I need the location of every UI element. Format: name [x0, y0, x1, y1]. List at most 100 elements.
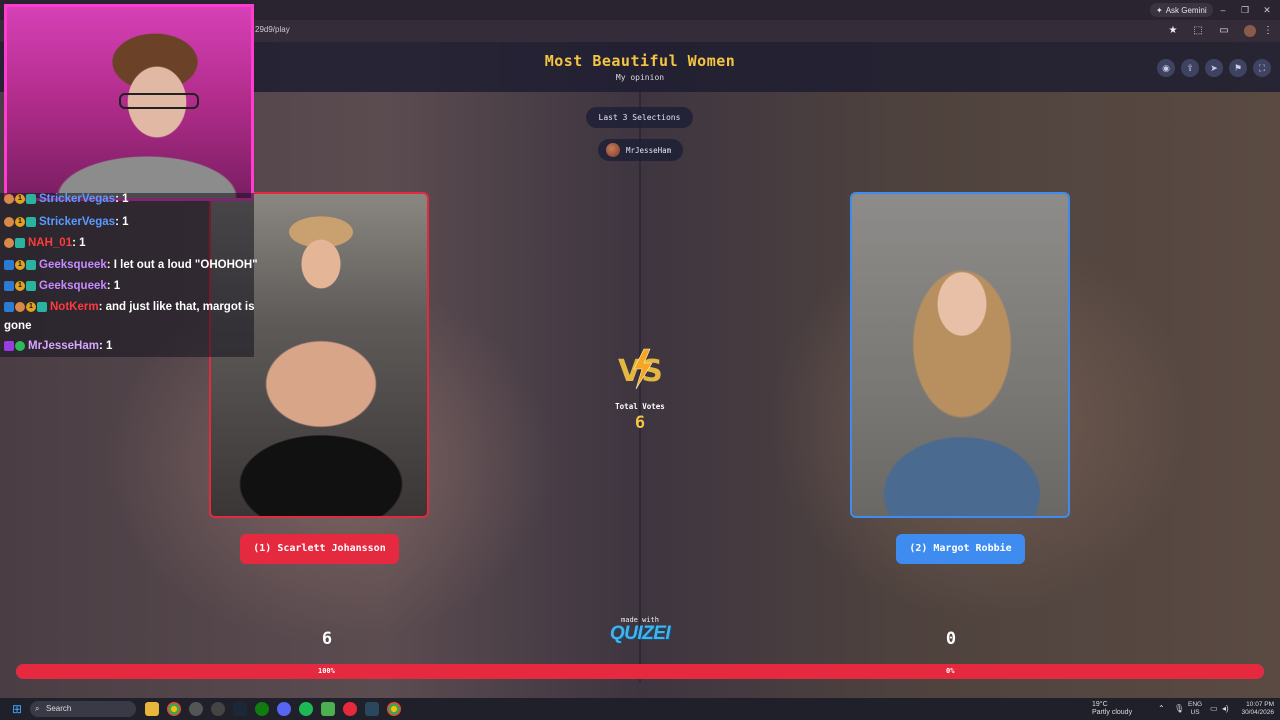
- flag-icon[interactable]: ⚑: [1229, 59, 1247, 77]
- restore-button[interactable]: ❐: [1238, 3, 1252, 17]
- stream-chat-overlay: 1 StrickerVegas: 1 1 StrickerVegas: 1 NA…: [0, 193, 258, 357]
- chat-username[interactable]: NAH_01: [28, 237, 72, 249]
- chat-message-continuation: gone: [4, 320, 32, 332]
- chat-message: 1 StrickerVegas: 1: [4, 193, 129, 205]
- xbox-icon[interactable]: [255, 702, 269, 716]
- chrome-icon[interactable]: [167, 702, 181, 716]
- minimize-button[interactable]: –: [1216, 3, 1230, 17]
- chat-badges: [4, 341, 25, 351]
- weather-widget[interactable]: 19°C Partly cloudy: [1076, 701, 1132, 717]
- steam-icon[interactable]: [233, 702, 247, 716]
- chat-username[interactable]: StrickerVegas: [39, 216, 115, 228]
- chat-username[interactable]: StrickerVegas: [39, 193, 115, 205]
- option-card-2[interactable]: [850, 192, 1070, 518]
- chat-text: : 1: [106, 280, 121, 292]
- steam-alt-icon[interactable]: [365, 702, 379, 716]
- red-app-icon[interactable]: [343, 702, 357, 716]
- versus-lightning-icon: VS: [618, 348, 663, 390]
- chatgpt-icon[interactable]: [211, 702, 225, 716]
- share-icon[interactable]: ⇪: [1181, 59, 1199, 77]
- coin-badge-icon: 1: [15, 194, 25, 204]
- network-icon[interactable]: ▭: [1210, 704, 1218, 713]
- browser-menu-icon[interactable]: ⋮: [1262, 25, 1274, 37]
- mic-badge-icon: [4, 341, 14, 351]
- streamer-webcam: [4, 4, 254, 201]
- chat-message: 1 NotKerm: and just like that, margot is: [4, 301, 254, 313]
- weather-desc: Partly cloudy: [1092, 709, 1133, 716]
- chat-username[interactable]: MrJesseHam: [28, 340, 99, 352]
- voter-avatar: [606, 143, 620, 157]
- prime-badge-icon: [4, 281, 14, 291]
- chat-message: 1 Geeksqueek: 1: [4, 280, 120, 292]
- region-code: US: [1190, 709, 1200, 716]
- chat-badges: 1: [4, 217, 36, 227]
- chrome-profile-icon[interactable]: [387, 702, 401, 716]
- ask-gemini-label: Ask Gemini: [1165, 5, 1207, 15]
- tray-chevron-icon[interactable]: ⌃: [1158, 704, 1165, 713]
- chat-badges: [4, 238, 25, 248]
- windows-start-icon[interactable]: ⊞: [10, 702, 24, 716]
- sub-badge-icon: [26, 217, 36, 227]
- profile-avatar[interactable]: [1244, 25, 1256, 37]
- ask-gemini-button[interactable]: ✦ Ask Gemini: [1150, 3, 1213, 17]
- last-voter-pill: MrJesseHam: [598, 139, 683, 161]
- option-1-percent: 100%: [318, 667, 335, 675]
- hand-badge-icon: [4, 194, 14, 204]
- eye-icon[interactable]: ◉: [1157, 59, 1175, 77]
- bookmark-star-icon[interactable]: ★: [1167, 25, 1179, 37]
- prime-badge-icon: [4, 260, 14, 270]
- extensions-icon[interactable]: ⬚: [1192, 25, 1204, 37]
- webcam-glasses-shape: [119, 93, 199, 109]
- game-launcher-icon[interactable]: [321, 702, 335, 716]
- chat-text: : 1: [115, 193, 129, 205]
- chat-badges: 1: [4, 302, 47, 312]
- chat-message: MrJesseHam: 1: [4, 340, 112, 352]
- chat-username[interactable]: NotKerm: [50, 301, 99, 313]
- microphone-icon[interactable]: 🎙: [1174, 704, 1184, 713]
- coin-badge-icon: 1: [15, 260, 25, 270]
- chat-username[interactable]: Geeksqueek: [39, 280, 107, 292]
- option-2-button[interactable]: (2) Margot Robbie: [896, 534, 1025, 564]
- sub-badge-icon: [15, 238, 25, 248]
- total-votes-value: 6: [634, 413, 646, 433]
- hand-badge-icon: [4, 238, 14, 248]
- system-clock[interactable]: 10:07 PM 30/04/2026: [1234, 701, 1274, 717]
- language-code: ENG: [1188, 701, 1203, 708]
- chat-message: 1 StrickerVegas: 1: [4, 216, 129, 228]
- option-1-vote-count: 6: [321, 629, 333, 649]
- option-1-button[interactable]: (1) Scarlett Johansson: [240, 534, 399, 564]
- option-2-vote-count: 0: [945, 629, 957, 649]
- clock-date: 30/04/2026: [1241, 709, 1274, 716]
- chat-username[interactable]: Geeksqueek: [39, 259, 107, 271]
- file-explorer-icon[interactable]: [145, 702, 159, 716]
- chat-text: : 1: [72, 237, 86, 249]
- spotify-icon[interactable]: [299, 702, 313, 716]
- volume-icon[interactable]: ◂): [1222, 704, 1229, 713]
- sub-badge-icon: [26, 260, 36, 270]
- sub-badge-icon: [37, 302, 47, 312]
- cast-icon[interactable]: ▭: [1218, 25, 1230, 37]
- chat-message: 1 Geeksqueek: I let out a loud "OHOHOH": [4, 259, 258, 271]
- windows-taskbar: ⊞ ⌕ Search 19°C Partly cloudy ⌃ 🎙 ENG US…: [0, 698, 1280, 720]
- taskbar-search-label: Search: [46, 704, 72, 713]
- prime-badge-icon: [4, 302, 14, 312]
- weather-temp: 19°C: [1092, 701, 1108, 708]
- sub-badge-icon: [26, 281, 36, 291]
- quizei-logo[interactable]: QUIZEI: [600, 623, 680, 645]
- coin-badge-icon: 1: [26, 302, 36, 312]
- close-window-button[interactable]: ✕: [1260, 3, 1274, 17]
- discord-icon[interactable]: [277, 702, 291, 716]
- fullscreen-icon[interactable]: ⛶: [1253, 59, 1271, 77]
- last-selections-pill[interactable]: Last 3 Selections: [586, 107, 693, 128]
- obs-icon[interactable]: [189, 702, 203, 716]
- chat-text: : I let out a loud "OHOHOH": [106, 259, 258, 271]
- hand-badge-icon: [15, 302, 25, 312]
- coin-badge-icon: 1: [15, 217, 25, 227]
- send-icon[interactable]: ➤: [1205, 59, 1223, 77]
- language-indicator[interactable]: ENG US: [1188, 701, 1202, 717]
- address-bar-url[interactable]: 29d9/play: [255, 25, 290, 34]
- taskbar-search[interactable]: ⌕ Search: [30, 701, 136, 717]
- chat-text: : 1: [98, 340, 113, 352]
- vote-progress-bar: 100% 0%: [16, 664, 1264, 679]
- chat-text: : 1: [115, 216, 129, 228]
